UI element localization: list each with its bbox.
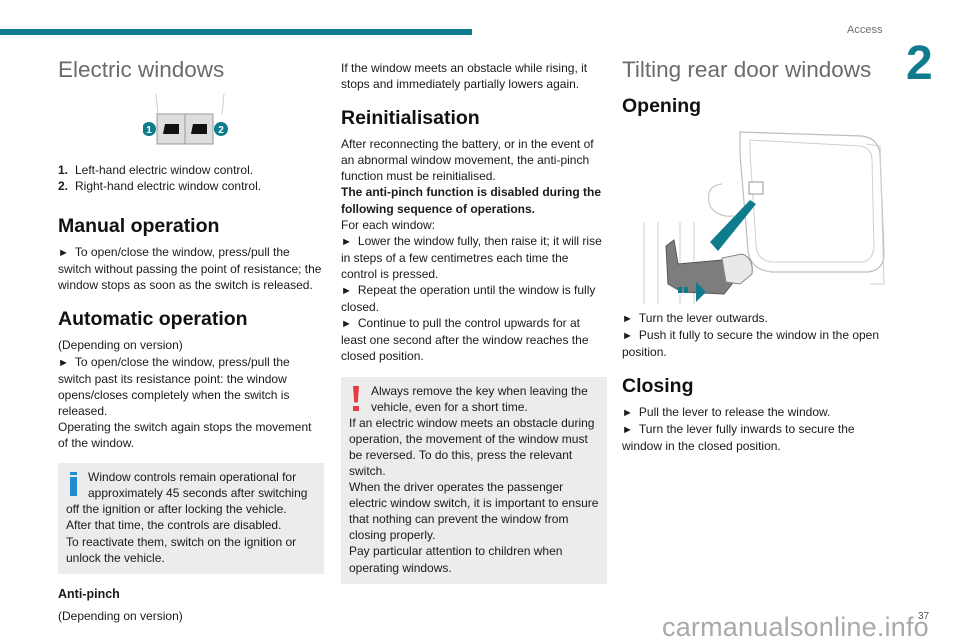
page-number: 37 (918, 611, 930, 622)
left-window-icon (163, 124, 179, 134)
opening-step: Turn the lever outwards. (622, 310, 888, 327)
anti-pinch-disabled-note: The anti-pinch function is disabled duri… (341, 185, 601, 216)
list-item: 2. Right-hand electric window control. (58, 179, 262, 194)
control-list: 1. Left-hand electric window control. 2. R… (58, 162, 324, 194)
reinit-step: Lower the window fully, then raise it; i… (341, 233, 607, 282)
watermark: carmanualsonline.info (662, 612, 929, 642)
heading-reinitialisation: Reinitialisation (341, 107, 480, 130)
reinit-step: Repeat the operation until the window is… (341, 282, 607, 315)
manual-step: To open/close the window, press/pull the… (58, 244, 324, 293)
automatic-step: To open/close the window, press/pull the… (58, 354, 324, 419)
tilting-window-lever-figure (643, 131, 885, 304)
warning-note: Always remove the key when leaving the v… (341, 376, 607, 584)
heading-opening: Opening (622, 95, 702, 117)
info-icon (66, 469, 82, 499)
list-item: 1. Left-hand electric window control. (58, 163, 254, 177)
automatic-version: (Depending on version) (58, 338, 183, 353)
svg-text:2: 2 (218, 125, 224, 136)
svg-text:1: 1 (146, 125, 152, 136)
obstacle-intro: If the window meets an obstacle while ri… (341, 61, 588, 92)
warning-icon (349, 383, 365, 413)
header-accent-bar (0, 29, 472, 35)
chapter-number: 2 (906, 37, 933, 90)
column-reinitialisation: If the window meets an obstacle while ri… (341, 60, 607, 584)
page-title-electric-windows: Electric windows (58, 57, 225, 82)
reinit-step: Continue to pull the control upwards for… (341, 315, 607, 364)
heading-automatic-operation: Automatic operation (58, 308, 248, 331)
closing-step: Pull the lever to release the window. (622, 404, 888, 421)
heading-anti-pinch: Anti-pinch (58, 586, 120, 601)
page-title-tilting-windows: Tilting rear door windows (622, 57, 872, 82)
anti-pinch-version: (Depending on version) (58, 608, 183, 623)
column-tilting-windows: Tilting rear door windows Opening Turn t… (622, 56, 888, 455)
zoom-pointer (710, 200, 756, 251)
opening-step: Push it fully to secure the window in th… (622, 327, 888, 360)
automatic-extra: Operating the switch again stops the mov… (58, 419, 312, 451)
heading-manual-operation: Manual operation (58, 215, 220, 238)
heading-closing: Closing (622, 375, 694, 398)
right-window-icon (191, 124, 207, 134)
section-label: Access (847, 24, 883, 36)
window-switch-figure: 1 2 (143, 94, 228, 145)
closing-step: Turn the lever fully inwards to secure t… (622, 421, 888, 454)
column-electric-windows: Electric windows 1 2 1. Left-hand electri… (58, 56, 324, 624)
info-note: Window controls remain operational for a… (58, 463, 324, 574)
lever-bracket (748, 181, 764, 195)
